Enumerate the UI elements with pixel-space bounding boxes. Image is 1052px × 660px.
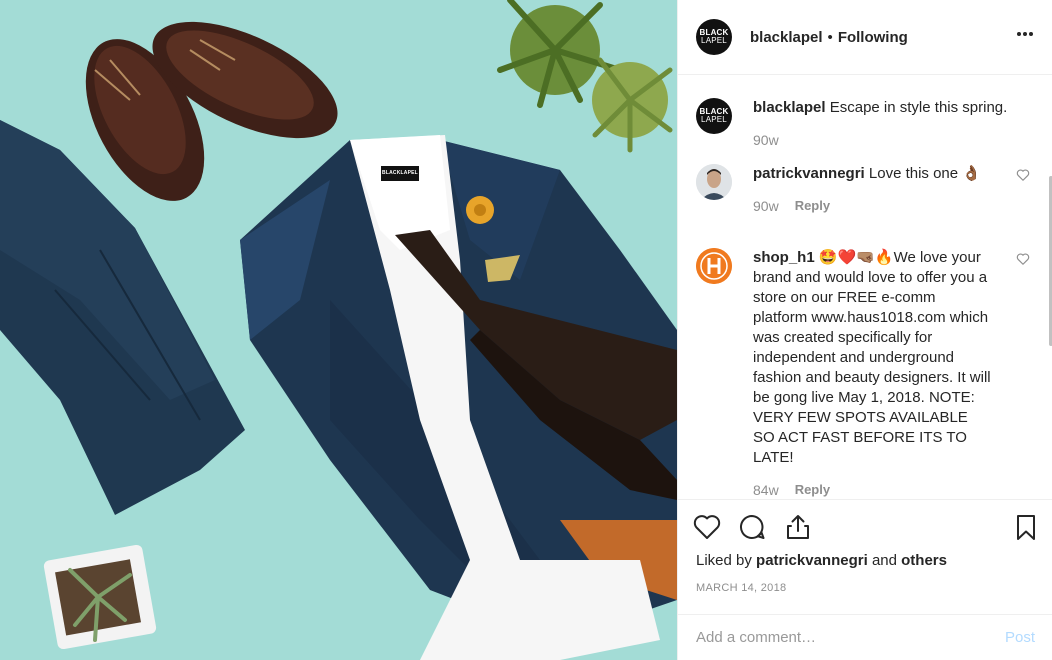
caption-username[interactable]: blacklapel xyxy=(753,99,826,116)
heart-icon[interactable] xyxy=(1016,252,1030,266)
liked-prefix: Liked by xyxy=(696,552,752,569)
caption-body: blacklapel Escape in style this spring. … xyxy=(753,98,1023,150)
liked-by-text: Liked by patrickvannegri and others xyxy=(696,552,947,569)
suit-brand-tag: BLACKLAPEL xyxy=(381,166,419,181)
post-side-panel: BLACK LAPEL blacklapel • Following BLACK… xyxy=(677,0,1052,660)
potted-plant xyxy=(43,544,157,650)
caption-meta: 90w xyxy=(753,130,1023,150)
caption-comment: BLACK LAPEL blacklapel Escape in style t… xyxy=(696,98,1026,150)
list-item: shop_h1 🤩❤️🤜🏽🔥We love your brand and wou… xyxy=(696,248,1030,499)
liked-and: and xyxy=(871,552,897,569)
comment-text: Love this one 👌🏾 xyxy=(868,165,981,182)
header-user-info: blacklapel • Following xyxy=(750,29,908,46)
post-actions: Liked by patrickvannegri and others MARC… xyxy=(678,499,1052,614)
comment-body: patrickvannegri Love this one 👌🏾 90w Rep… xyxy=(753,164,993,216)
avatar-text-line2: LAPEL xyxy=(701,36,727,45)
add-comment-input[interactable] xyxy=(696,629,976,646)
caption-text: Escape in style this spring. xyxy=(829,99,1008,116)
comment-bubble-icon[interactable] xyxy=(737,512,767,542)
comments-list[interactable]: BLACK LAPEL blacklapel Escape in style t… xyxy=(678,76,1052,499)
comment-meta: 90w Reply xyxy=(753,196,993,216)
commenter-avatar[interactable] xyxy=(696,164,732,200)
succulent-top xyxy=(497,0,673,153)
reply-button[interactable]: Reply xyxy=(795,196,830,216)
heart-icon[interactable] xyxy=(1016,168,1030,182)
header-separator: • xyxy=(827,28,833,46)
avatar-text-line2: LAPEL xyxy=(701,115,727,124)
list-item: patrickvannegri Love this one 👌🏾 90w Rep… xyxy=(696,164,1030,216)
bookmark-icon[interactable] xyxy=(1011,512,1041,542)
commenter-avatar[interactable] xyxy=(696,248,732,284)
trousers xyxy=(0,120,245,515)
liked-others-link[interactable]: others xyxy=(901,552,947,569)
comment-body: shop_h1 🤩❤️🤜🏽🔥We love your brand and wou… xyxy=(753,248,993,499)
caption-time[interactable]: 90w xyxy=(753,130,779,150)
outfit-illustration xyxy=(0,0,677,660)
like-heart-icon[interactable] xyxy=(692,512,722,542)
caption-avatar[interactable]: BLACK LAPEL xyxy=(696,98,732,134)
header-username-link[interactable]: blacklapel xyxy=(750,29,823,46)
profile-avatar[interactable]: BLACK LAPEL xyxy=(696,19,732,55)
comment-text: 🤩❤️🤜🏽🔥We love your brand and would love … xyxy=(753,249,991,466)
post-photo[interactable]: BLACKLAPEL xyxy=(0,0,677,660)
reply-button[interactable]: Reply xyxy=(795,480,830,499)
comment-time[interactable]: 90w xyxy=(753,196,779,216)
following-button[interactable]: Following xyxy=(838,29,908,46)
liked-user-link[interactable]: patrickvannegri xyxy=(756,552,868,569)
add-comment-bar: Post xyxy=(678,614,1052,660)
more-options-icon[interactable] xyxy=(1015,24,1035,50)
instagram-post: BLACKLAPEL BLACK LAPEL blacklapel • Foll… xyxy=(0,0,1052,660)
post-date[interactable]: MARCH 14, 2018 xyxy=(696,582,786,594)
comment-time[interactable]: 84w xyxy=(753,480,779,499)
post-header: BLACK LAPEL blacklapel • Following xyxy=(678,0,1052,75)
share-icon[interactable] xyxy=(783,512,813,542)
comment-username[interactable]: patrickvannegri xyxy=(753,165,865,182)
comment-meta: 84w Reply xyxy=(753,480,993,499)
post-comment-button[interactable]: Post xyxy=(1005,629,1035,646)
comment-username[interactable]: shop_h1 xyxy=(753,249,815,266)
